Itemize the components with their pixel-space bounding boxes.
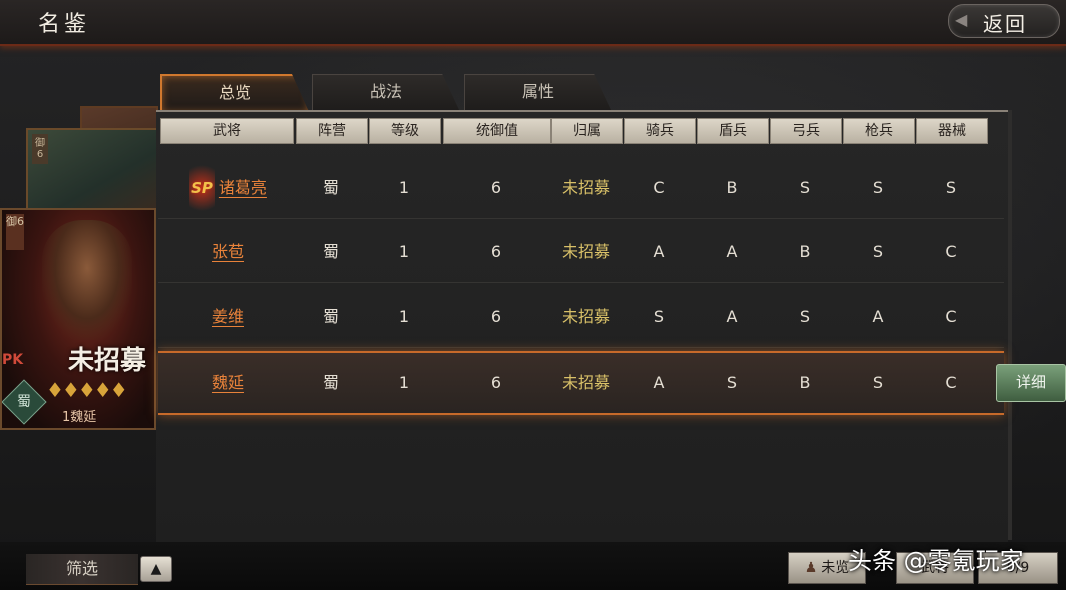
- faction-badge-label: 蜀: [17, 394, 31, 410]
- filter-button[interactable]: 筛选: [26, 554, 138, 585]
- person-icon: ♟: [804, 560, 818, 576]
- cavalry-cell: C: [653, 178, 665, 197]
- hero-status: 未招募: [68, 346, 147, 376]
- level-cell: 1: [398, 307, 410, 326]
- tab-overview[interactable]: 总览: [160, 74, 310, 114]
- cavalry-cell: S: [653, 307, 665, 326]
- col-header-command[interactable]: 统御值: [443, 118, 551, 144]
- faction-cell: 蜀: [322, 307, 339, 326]
- col-header-spear[interactable]: 枪兵: [843, 118, 915, 144]
- faction-cell: 蜀: [322, 242, 339, 261]
- table-row[interactable]: 张苞 蜀 1 6 未招募 A A B S C: [158, 222, 1004, 283]
- level-cell: 1: [398, 178, 410, 197]
- back-arrow-icon: ◀: [955, 10, 968, 29]
- star-rating: ♦♦♦♦♦: [46, 378, 128, 402]
- cavalry-cell: A: [653, 373, 665, 392]
- general-name-link[interactable]: 诸葛亮: [219, 178, 267, 197]
- top-bar: 名鉴 ◀ 返回: [0, 0, 1066, 46]
- page-title: 名鉴: [38, 12, 91, 37]
- table-row-selected[interactable]: 魏延 蜀 1 6 未招募 A S B S C: [158, 351, 1004, 415]
- command-cell: 6: [490, 307, 502, 326]
- scrollbar[interactable]: [1008, 110, 1012, 540]
- pk-tag: PK: [2, 352, 24, 368]
- archer-cell: B: [799, 373, 811, 392]
- level-cell: 1: [398, 373, 410, 392]
- back-label: 返回: [983, 12, 1027, 36]
- command-cell: 6: [490, 242, 502, 261]
- hero-portrait: [42, 220, 132, 340]
- siege-cell: C: [945, 242, 957, 261]
- shield-cell: B: [726, 178, 738, 197]
- shield-cell: A: [726, 307, 738, 326]
- spear-cell: A: [872, 307, 884, 326]
- spear-cell: S: [872, 373, 884, 392]
- table-row[interactable]: SP 诸葛亮 蜀 1 6 未招募 C B S S S: [158, 158, 1004, 219]
- spear-cell: S: [872, 178, 884, 197]
- col-header-cavalry[interactable]: 骑兵: [624, 118, 696, 144]
- hero-card[interactable]: 御6 PK 未招募 ♦♦♦♦♦ 蜀 1魏延: [0, 208, 156, 430]
- browse-label: 未览: [821, 560, 850, 576]
- status-cell: 未招募: [561, 178, 610, 197]
- col-header-shield[interactable]: 盾兵: [697, 118, 769, 144]
- tab-attributes[interactable]: 属性: [464, 74, 612, 112]
- archer-cell: B: [799, 242, 811, 261]
- col-header-faction[interactable]: 阵营: [296, 118, 368, 144]
- archer-cell: S: [799, 307, 811, 326]
- hero-rank-tag: 御6: [6, 214, 24, 250]
- watermark: 头条 @零氪玩家: [848, 547, 1024, 575]
- status-cell: 未招募: [561, 242, 610, 261]
- filter-toggle-up-icon[interactable]: ▲: [140, 556, 172, 582]
- spear-cell: S: [872, 242, 884, 261]
- faction-cell: 蜀: [322, 178, 339, 197]
- general-name-link[interactable]: 魏延: [158, 353, 298, 413]
- col-header-archer[interactable]: 弓兵: [770, 118, 842, 144]
- command-cell: 6: [490, 373, 502, 392]
- general-name-link[interactable]: 张苞: [158, 222, 298, 282]
- general-cell: SP 诸葛亮: [158, 158, 298, 218]
- col-header-siege[interactable]: 器械: [916, 118, 988, 144]
- tab-tactics[interactable]: 战法: [312, 74, 460, 112]
- col-header-general[interactable]: 武将: [160, 118, 294, 144]
- status-cell: 未招募: [561, 373, 610, 392]
- status-cell: 未招募: [561, 307, 610, 326]
- col-header-status[interactable]: 归属: [551, 118, 623, 144]
- col-header-level[interactable]: 等级: [369, 118, 441, 144]
- command-cell: 6: [490, 178, 502, 197]
- siege-cell: C: [945, 307, 957, 326]
- card-rank-tag: 御6: [32, 134, 48, 164]
- siege-cell: C: [945, 373, 957, 392]
- cavalry-cell: A: [653, 242, 665, 261]
- shield-cell: A: [726, 242, 738, 261]
- faction-cell: 蜀: [322, 373, 339, 392]
- table-row[interactable]: 姜维 蜀 1 6 未招募 S A S A C: [158, 287, 1004, 348]
- sp-badge-icon: SP: [189, 158, 215, 218]
- detail-button[interactable]: 详细: [996, 364, 1066, 402]
- shield-cell: S: [726, 373, 738, 392]
- archer-cell: S: [799, 178, 811, 197]
- faction-badge: 蜀: [2, 379, 47, 425]
- level-cell: 1: [398, 242, 410, 261]
- hero-card-name: 1魏延: [62, 410, 97, 425]
- card-back-middle[interactable]: 御6: [26, 128, 158, 218]
- general-name-link[interactable]: 姜维: [158, 287, 298, 347]
- siege-cell: S: [945, 178, 957, 197]
- back-button[interactable]: ◀ 返回: [948, 4, 1060, 38]
